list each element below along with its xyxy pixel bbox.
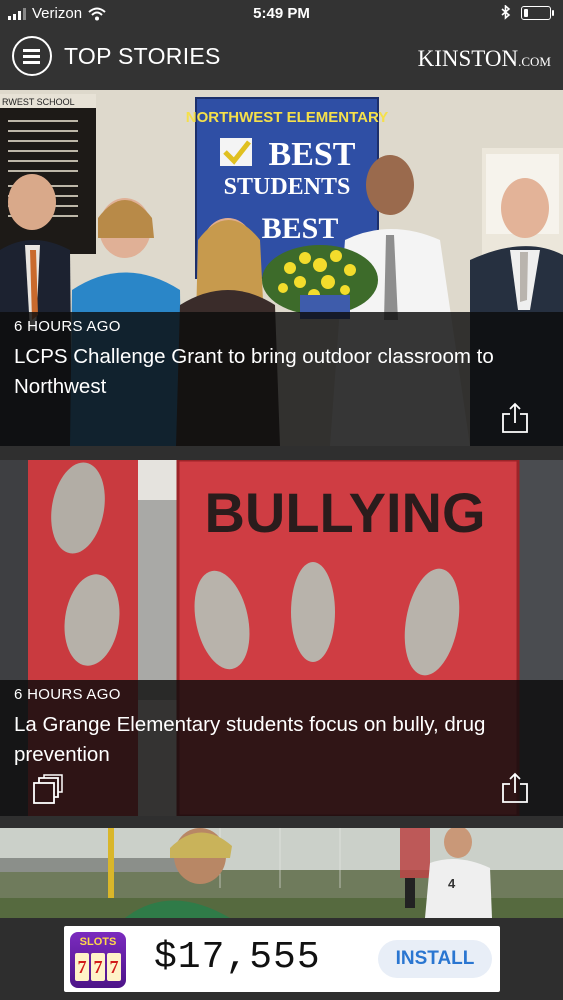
slot-reel: 7 xyxy=(91,953,105,981)
install-button[interactable]: INSTALL xyxy=(378,940,492,978)
ad-card[interactable]: SLOTS 7 7 7 $17,555 INSTALL xyxy=(64,926,500,992)
brand-logo[interactable]: KINSTON.COM xyxy=(418,46,551,72)
page-title: TOP STORIES xyxy=(64,43,221,69)
slots-app-icon[interactable]: SLOTS 7 7 7 xyxy=(70,932,126,988)
story-time: 6 HOURS AGO xyxy=(14,318,121,335)
bullying-banner: BULLYING xyxy=(204,481,485,544)
bluetooth-icon xyxy=(501,5,511,20)
status-time: 5:49 PM xyxy=(253,5,310,22)
story-card[interactable]: RWEST SCHOOL NORTHWEST ELEMENTARY BEST S… xyxy=(0,90,563,446)
story-headline[interactable]: La Grange Elementary students focus on b… xyxy=(14,710,549,770)
story-photo: 4 xyxy=(0,828,563,918)
banner-line1: NORTHWEST ELEMENTARY xyxy=(186,109,389,126)
story-card[interactable]: BULLYING 6 HOURS AGO La Grange Elementar… xyxy=(0,460,563,816)
ad-banner: SLOTS 7 7 7 $17,555 INSTALL xyxy=(0,918,563,1000)
slot-reel: 7 xyxy=(75,953,89,981)
share-icon[interactable] xyxy=(501,402,529,434)
nav-bar: TOP STORIES KINSTON.COM xyxy=(0,30,563,90)
banner-line4: BEST xyxy=(262,212,339,245)
status-bar: Verizon 5:49 PM xyxy=(0,0,563,30)
story-time: 6 HOURS AGO xyxy=(14,686,121,703)
banner-line2: BEST xyxy=(269,136,356,173)
brand-suffix: .COM xyxy=(518,54,551,69)
story-headline[interactable]: LCPS Challenge Grant to bring outdoor cl… xyxy=(14,342,549,402)
story-card[interactable]: 4 xyxy=(0,828,563,918)
jersey-number: 4 xyxy=(448,876,456,891)
gallery-icon[interactable] xyxy=(33,774,63,804)
share-icon[interactable] xyxy=(501,772,529,804)
slot-reel: 7 xyxy=(107,953,121,981)
battery-level xyxy=(524,8,528,17)
ad-amount: $17,555 xyxy=(154,936,321,979)
brand-main: KINSTON xyxy=(417,46,519,71)
ad-logo-text: SLOTS xyxy=(79,936,117,948)
story-caption: 6 HOURS AGO La Grange Elementary student… xyxy=(0,680,563,816)
status-right xyxy=(501,5,554,20)
slot-reels: 7 7 7 xyxy=(75,953,121,981)
battery-icon xyxy=(521,5,554,20)
banner-line3: STUDENTS xyxy=(224,174,351,200)
story-caption: 6 HOURS AGO LCPS Challenge Grant to brin… xyxy=(0,312,563,446)
board-text: RWEST SCHOOL xyxy=(2,97,75,107)
hamburger-menu-icon[interactable] xyxy=(12,36,52,76)
